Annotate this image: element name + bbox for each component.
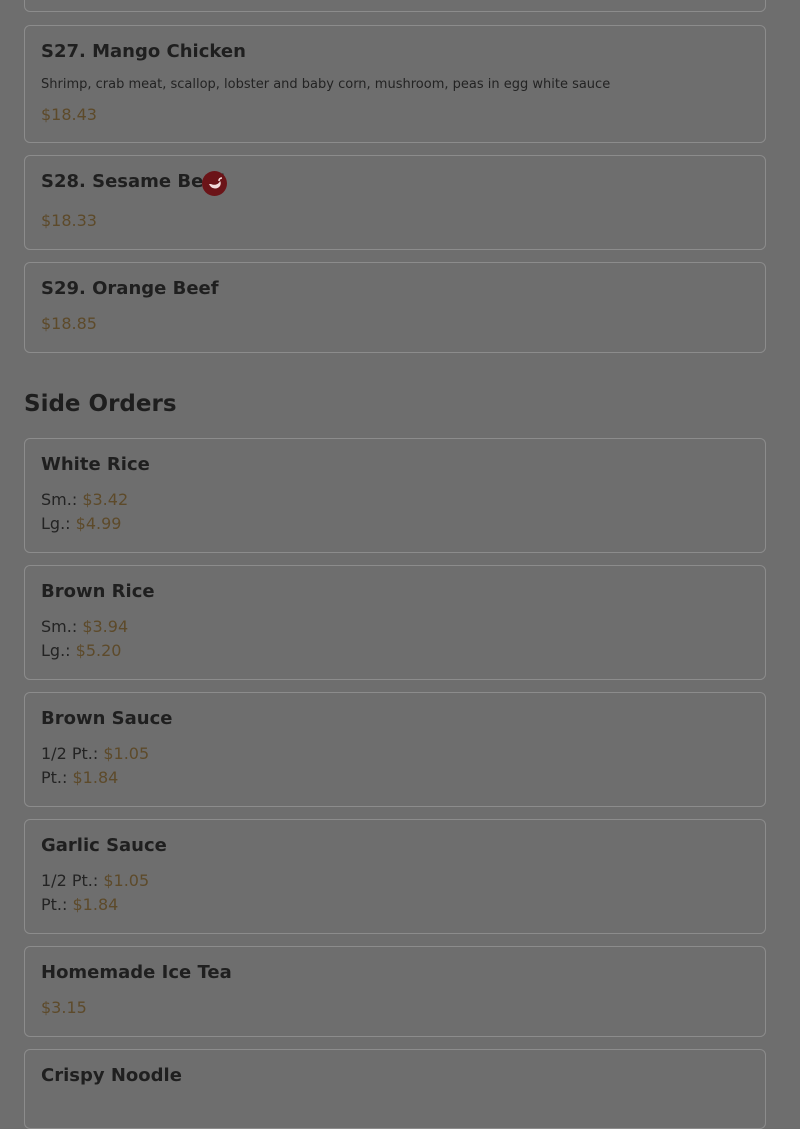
menu-item-card[interactable]: Brown Rice Sm.: $3.94 Lg.: $5.20 (24, 565, 766, 680)
menu-item-title: Homemade Ice Tea (41, 962, 232, 983)
size-label: 1/2 Pt.: (41, 744, 99, 763)
menu-item-price: $18.85 (41, 314, 97, 333)
price-line: $18.85 (41, 314, 97, 333)
menu-item-price: $3.15 (41, 998, 87, 1017)
menu-item-card[interactable]: Garlic Sauce 1/2 Pt.: $1.05 Pt.: $1.84 (24, 819, 766, 934)
size-price: $3.94 (82, 617, 129, 636)
menu-item-description: Shrimp, crab meat, scallop, lobster and … (41, 77, 611, 92)
size-price-line: 1/2 Pt.: $1.05 (41, 871, 149, 890)
size-price: $4.99 (75, 514, 122, 533)
size-price: $1.05 (103, 744, 150, 763)
size-label: Lg.: (41, 514, 71, 533)
price-line: $18.33 (41, 211, 97, 230)
menu-item-card[interactable] (24, 0, 766, 12)
size-label: Lg.: (41, 641, 71, 660)
menu-item-title: Brown Sauce (41, 708, 173, 729)
section-heading: Side Orders (24, 391, 177, 417)
size-price-line: Lg.: $4.99 (41, 514, 121, 533)
chili-pepper-icon (202, 171, 227, 196)
size-price-line: Sm.: $3.94 (41, 617, 128, 636)
size-label: 1/2 Pt.: (41, 871, 99, 890)
menu-item-title: Garlic Sauce (41, 835, 167, 856)
size-price: $5.20 (75, 641, 122, 660)
size-price: $1.84 (72, 895, 119, 914)
menu-item-card[interactable]: Homemade Ice Tea $3.15 (24, 946, 766, 1037)
size-price-line: Pt.: $1.84 (41, 768, 118, 787)
menu-item-card[interactable]: White Rice Sm.: $3.42 Lg.: $4.99 (24, 438, 766, 553)
menu-item-title: S29. Orange Beef (41, 278, 219, 299)
size-price-line: Sm.: $3.42 (41, 490, 128, 509)
size-price-line: Lg.: $5.20 (41, 641, 121, 660)
size-label: Sm.: (41, 617, 78, 636)
size-price: $1.05 (103, 871, 150, 890)
menu-item-card[interactable]: Crispy Noodle (24, 1049, 766, 1129)
menu-item-title: Crispy Noodle (41, 1065, 182, 1086)
size-price-line: Pt.: $1.84 (41, 895, 118, 914)
size-label: Pt.: (41, 768, 68, 787)
size-label: Sm.: (41, 490, 78, 509)
menu-item-title: Brown Rice (41, 581, 155, 602)
menu-item-price: $18.33 (41, 211, 97, 230)
size-price-line: 1/2 Pt.: $1.05 (41, 744, 149, 763)
price-line: $3.15 (41, 998, 87, 1017)
menu-item-title: S28. Sesame Beef (41, 171, 224, 192)
size-price: $3.42 (82, 490, 129, 509)
menu-item-title: S27. Mango Chicken (41, 41, 246, 62)
menu-item-card[interactable]: S29. Orange Beef $18.85 (24, 262, 766, 353)
price-line: $18.43 (41, 105, 97, 124)
size-label: Pt.: (41, 895, 68, 914)
menu-item-card[interactable]: S27. Mango Chicken Shrimp, crab meat, sc… (24, 25, 766, 143)
menu-item-card[interactable]: S28. Sesame Beef $18.33 (24, 155, 766, 250)
menu-item-card[interactable]: Brown Sauce 1/2 Pt.: $1.05 Pt.: $1.84 (24, 692, 766, 807)
menu-item-price: $18.43 (41, 105, 97, 124)
size-price: $1.84 (72, 768, 119, 787)
menu-item-title: White Rice (41, 454, 150, 475)
